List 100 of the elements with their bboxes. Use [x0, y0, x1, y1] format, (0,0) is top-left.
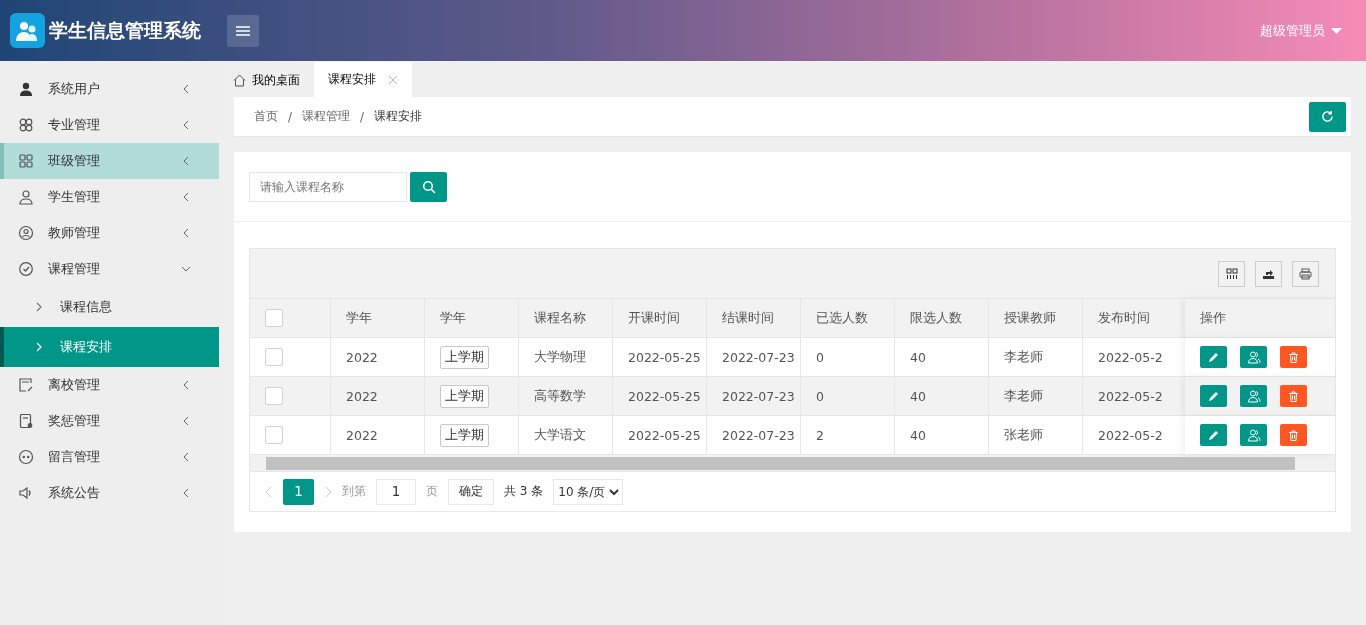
app-title: 学生信息管理系统 — [49, 17, 201, 43]
trash-icon — [1288, 351, 1299, 363]
table-cell: 大学物理 — [534, 348, 586, 366]
page-button[interactable]: 1 — [283, 478, 314, 505]
breadcrumb-current: 课程安排 — [374, 108, 423, 125]
breadcrumb-link[interactable]: 课程管理 — [302, 108, 351, 125]
edit-button[interactable] — [1200, 424, 1227, 446]
search-icon — [421, 179, 436, 194]
table-cell: 0 — [816, 349, 824, 365]
horizontal-scrollbar[interactable] — [250, 455, 1335, 472]
chevron-icon — [181, 228, 191, 238]
users-icon — [1246, 428, 1261, 442]
sidebar-item[interactable]: 系统用户 — [0, 71, 219, 107]
column-header: 课程名称 — [534, 309, 586, 327]
total-count: 共 3 条 — [504, 483, 544, 500]
grid-icon — [18, 153, 34, 169]
sidebar-item[interactable]: 奖惩管理 — [0, 403, 219, 439]
column-header: 学年 — [440, 309, 466, 327]
table-cell: 40 — [910, 388, 926, 404]
table-cell: 2022-05-2 — [1098, 427, 1163, 443]
row-checkbox[interactable] — [265, 426, 283, 444]
sidebar-item[interactable]: 留言管理 — [0, 439, 219, 475]
pencil-icon — [1208, 429, 1219, 441]
chevron-icon — [181, 380, 191, 390]
sidebar-item[interactable]: 专业管理 — [0, 107, 219, 143]
table-cell: 40 — [910, 349, 926, 365]
table-cell: 2022-07-23 — [722, 427, 795, 443]
person-icon — [18, 81, 34, 97]
sidebar-item[interactable]: 班级管理 — [0, 143, 219, 179]
tab[interactable]: 我的桌面 — [219, 63, 314, 97]
columns-icon — [1225, 267, 1238, 280]
column-header: 发布时间 — [1098, 309, 1150, 327]
page-unit: 页 — [426, 483, 438, 500]
table-cell: 2022-07-23 — [722, 388, 795, 404]
print-button[interactable] — [1292, 260, 1319, 287]
clover-icon — [18, 117, 34, 133]
table-cell: 李老师 — [1004, 387, 1043, 405]
table-cell: 0 — [816, 388, 824, 404]
table-cell: 40 — [910, 427, 926, 443]
sidebar-item[interactable]: 系统公告 — [0, 475, 219, 511]
columns-button[interactable] — [1218, 260, 1245, 287]
column-header: 操作 — [1200, 309, 1226, 327]
table-cell: 2022 — [346, 349, 378, 365]
table-cell: 李老师 — [1004, 348, 1043, 366]
search-button[interactable] — [410, 171, 447, 202]
face-icon — [18, 449, 34, 465]
table-cell: 2022-05-2 — [1098, 349, 1163, 365]
chevron-icon — [181, 156, 191, 166]
trash-icon — [1288, 429, 1299, 441]
export-icon — [1262, 267, 1275, 280]
sidebar-item[interactable]: 离校管理 — [0, 367, 219, 403]
column-header: 学年 — [346, 309, 372, 327]
sidebar-item[interactable]: 教师管理 — [0, 215, 219, 251]
trash-icon — [1288, 390, 1299, 402]
table-cell: 2022-05-25 — [628, 349, 701, 365]
column-header: 已选人数 — [816, 309, 868, 327]
menu-icon — [236, 25, 250, 36]
row-checkbox[interactable] — [265, 387, 283, 405]
column-header: 开课时间 — [628, 309, 680, 327]
table-cell: 2022-05-25 — [628, 388, 701, 404]
select-all-checkbox[interactable] — [265, 309, 283, 327]
delete-button[interactable] — [1280, 424, 1307, 446]
close-icon[interactable] — [388, 74, 398, 85]
users-icon — [1246, 389, 1261, 403]
table-cell: 2022-05-2 — [1098, 388, 1163, 404]
breadcrumb-link[interactable]: 首页 — [254, 108, 278, 125]
export-button[interactable] — [1255, 260, 1282, 287]
chevron-icon — [36, 302, 42, 312]
logo-icon — [10, 13, 45, 48]
breadcrumb-separator: / — [288, 109, 293, 124]
menu-button[interactable] — [227, 14, 259, 47]
sidebar-subitem[interactable]: 课程安排 — [0, 327, 219, 367]
search-field[interactable]: 请输入课程名称 — [249, 171, 407, 202]
chevron-icon — [181, 452, 191, 462]
delete-button[interactable] — [1280, 385, 1307, 407]
students-button[interactable] — [1240, 385, 1267, 407]
home-icon — [233, 73, 246, 87]
speaker-icon — [18, 485, 34, 501]
row-checkbox[interactable] — [265, 348, 283, 366]
sidebar-item[interactable]: 学生管理 — [0, 179, 219, 215]
edit-button[interactable] — [1200, 346, 1227, 368]
page-input[interactable]: 1 — [376, 478, 416, 505]
page-size-select[interactable]: 10 条/页 — [553, 478, 624, 505]
students-button[interactable] — [1240, 346, 1267, 368]
edit-button[interactable] — [1200, 385, 1227, 407]
table-cell: 2022 — [346, 388, 378, 404]
tab[interactable]: 课程安排 — [314, 62, 412, 97]
table-cell: 2022-07-23 — [722, 349, 795, 365]
students-button[interactable] — [1240, 424, 1267, 446]
delete-button[interactable] — [1280, 346, 1307, 368]
sidebar-subitem[interactable]: 课程信息 — [0, 287, 219, 327]
term-tag: 上学期 — [440, 423, 489, 447]
refresh-button[interactable] — [1309, 101, 1346, 132]
chevron-icon — [181, 192, 191, 202]
column-header: 限选人数 — [910, 309, 962, 327]
confirm-button[interactable]: 确定 — [448, 478, 494, 505]
chevron-icon — [36, 342, 42, 352]
chevron-icon — [181, 84, 191, 94]
sidebar-item[interactable]: 课程管理 — [0, 251, 219, 287]
column-header: 授课教师 — [1004, 309, 1056, 327]
